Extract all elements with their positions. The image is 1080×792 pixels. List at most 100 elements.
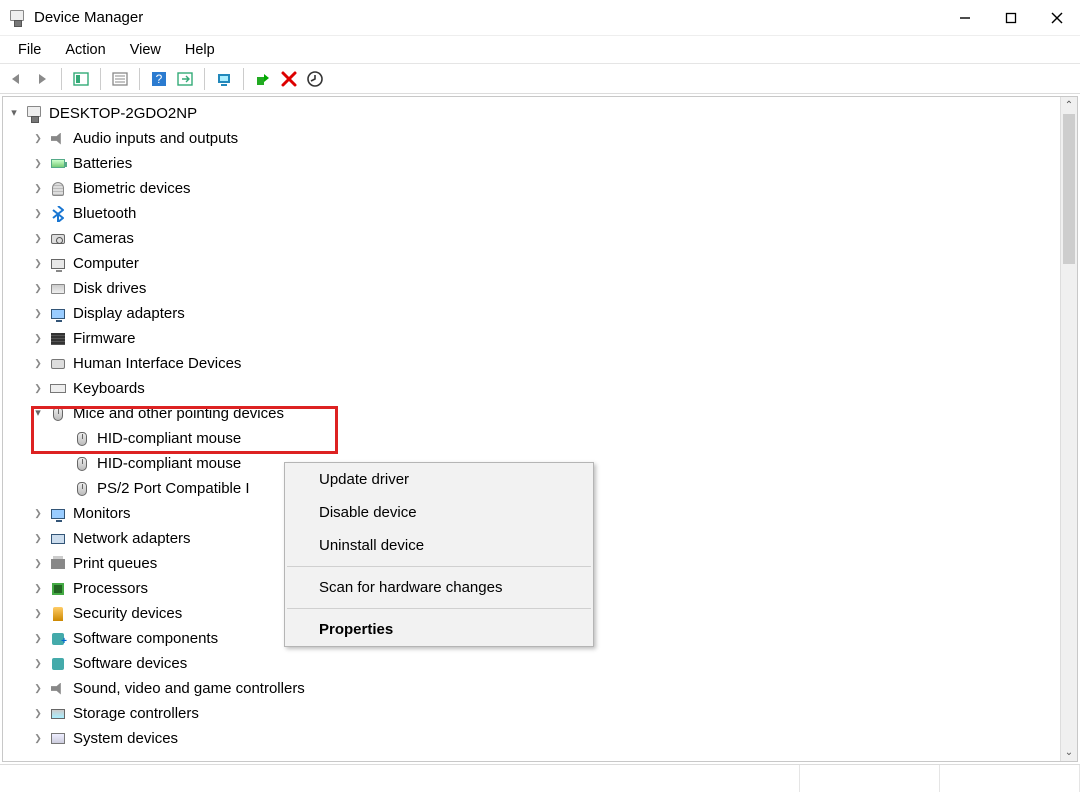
back-button[interactable] bbox=[4, 67, 28, 91]
chevron-right-icon[interactable]: ❯ bbox=[31, 651, 45, 676]
category-item[interactable]: ❯Bluetooth bbox=[7, 201, 1069, 226]
chevron-right-icon[interactable]: ❯ bbox=[31, 376, 45, 401]
vertical-scrollbar[interactable]: ⌃ ⌄ bbox=[1060, 97, 1077, 761]
category-label: Audio inputs and outputs bbox=[73, 126, 238, 151]
category-item[interactable]: ❯Biometric devices bbox=[7, 176, 1069, 201]
device-item[interactable]: HID-compliant mouse bbox=[7, 426, 1069, 451]
storage-icon bbox=[49, 705, 67, 723]
category-label: Computer bbox=[73, 251, 139, 276]
category-label: Processors bbox=[73, 576, 148, 601]
printer-icon bbox=[49, 555, 67, 573]
category-label: Mice and other pointing devices bbox=[73, 401, 284, 426]
monitor-icon bbox=[49, 505, 67, 523]
menu-scan-hardware[interactable]: Scan for hardware changes bbox=[285, 571, 593, 604]
category-label: Batteries bbox=[73, 151, 132, 176]
chevron-right-icon[interactable]: ❯ bbox=[31, 326, 45, 351]
scroll-down-button[interactable]: ⌄ bbox=[1061, 744, 1077, 761]
menu-uninstall-device[interactable]: Uninstall device bbox=[285, 529, 593, 562]
pc-icon bbox=[49, 255, 67, 273]
chevron-right-icon[interactable]: ❯ bbox=[31, 576, 45, 601]
properties-button[interactable] bbox=[108, 67, 132, 91]
title-bar: Device Manager bbox=[0, 0, 1080, 36]
enable-button[interactable] bbox=[251, 67, 275, 91]
chevron-right-icon[interactable]: ❯ bbox=[31, 701, 45, 726]
show-hidden-button[interactable] bbox=[69, 67, 93, 91]
mouse-icon bbox=[49, 405, 67, 423]
softc-icon bbox=[49, 630, 67, 648]
speaker-icon bbox=[49, 130, 67, 148]
mouse-icon bbox=[73, 430, 91, 448]
chevron-down-icon[interactable]: ▾ bbox=[7, 101, 21, 126]
category-item[interactable]: ❯ Audio inputs and outputs bbox=[7, 126, 1069, 151]
chevron-down-icon[interactable]: ▾ bbox=[31, 401, 45, 426]
chevron-right-icon[interactable]: ❯ bbox=[31, 501, 45, 526]
menu-properties[interactable]: Properties bbox=[285, 613, 593, 646]
tree-root[interactable]: ▾ DESKTOP-2GDO2NP bbox=[7, 101, 1069, 126]
chevron-right-icon[interactable]: ❯ bbox=[31, 151, 45, 176]
menu-update-driver[interactable]: Update driver bbox=[285, 463, 593, 496]
toolbar-separator bbox=[61, 68, 62, 90]
toolbar-separator bbox=[100, 68, 101, 90]
chevron-right-icon[interactable]: ❯ bbox=[31, 226, 45, 251]
category-item[interactable]: ❯Disk drives bbox=[7, 276, 1069, 301]
category-label: Sound, video and game controllers bbox=[73, 676, 305, 701]
category-mice[interactable]: ▾ Mice and other pointing devices bbox=[7, 401, 1069, 426]
disable-button[interactable] bbox=[303, 67, 327, 91]
category-item[interactable]: ❯Keyboards bbox=[7, 376, 1069, 401]
menu-file[interactable]: File bbox=[6, 40, 53, 60]
chevron-right-icon[interactable]: ❯ bbox=[31, 676, 45, 701]
toolbar-separator bbox=[243, 68, 244, 90]
category-item[interactable]: ❯System devices bbox=[7, 726, 1069, 751]
sec-icon bbox=[49, 605, 67, 623]
category-item[interactable]: ❯ Batteries bbox=[7, 151, 1069, 176]
chevron-right-icon[interactable]: ❯ bbox=[31, 626, 45, 651]
root-label: DESKTOP-2GDO2NP bbox=[49, 101, 197, 126]
chevron-right-icon[interactable]: ❯ bbox=[31, 526, 45, 551]
help-button[interactable]: ? bbox=[147, 67, 171, 91]
maximize-button[interactable] bbox=[988, 0, 1034, 36]
category-label: Security devices bbox=[73, 601, 182, 626]
menu-action[interactable]: Action bbox=[53, 40, 117, 60]
menu-disable-device[interactable]: Disable device bbox=[285, 496, 593, 529]
uninstall-button[interactable] bbox=[277, 67, 301, 91]
device-label: PS/2 Port Compatible I bbox=[97, 476, 250, 501]
menu-view[interactable]: View bbox=[118, 40, 173, 60]
chevron-right-icon[interactable]: ❯ bbox=[31, 726, 45, 751]
chevron-right-icon[interactable]: ❯ bbox=[31, 301, 45, 326]
category-item[interactable]: ❯Human Interface Devices bbox=[7, 351, 1069, 376]
softd-icon bbox=[49, 655, 67, 673]
category-item[interactable]: ❯ Sound, video and game controllers bbox=[7, 676, 1069, 701]
forward-button[interactable] bbox=[30, 67, 54, 91]
batt-icon bbox=[49, 155, 67, 173]
chevron-right-icon[interactable]: ❯ bbox=[31, 201, 45, 226]
chevron-right-icon[interactable]: ❯ bbox=[31, 351, 45, 376]
update-driver-button[interactable] bbox=[212, 67, 236, 91]
scroll-up-button[interactable]: ⌃ bbox=[1061, 97, 1077, 114]
category-item[interactable]: ❯Display adapters bbox=[7, 301, 1069, 326]
category-item[interactable]: ❯Firmware bbox=[7, 326, 1069, 351]
menu-help[interactable]: Help bbox=[173, 40, 227, 60]
chevron-right-icon[interactable]: ❯ bbox=[31, 126, 45, 151]
window-title: Device Manager bbox=[34, 9, 143, 26]
context-menu: Update driver Disable device Uninstall d… bbox=[284, 462, 594, 647]
chevron-right-icon[interactable]: ❯ bbox=[31, 601, 45, 626]
scan-button[interactable] bbox=[173, 67, 197, 91]
chevron-right-icon[interactable]: ❯ bbox=[31, 551, 45, 576]
chevron-right-icon[interactable]: ❯ bbox=[31, 251, 45, 276]
device-tree[interactable]: ▾ DESKTOP-2GDO2NP ❯ Audio inputs and outp… bbox=[2, 96, 1078, 762]
scroll-thumb[interactable] bbox=[1063, 114, 1075, 264]
chevron-right-icon[interactable]: ❯ bbox=[31, 276, 45, 301]
status-bar bbox=[0, 764, 1080, 792]
category-item[interactable]: ❯Software devices bbox=[7, 651, 1069, 676]
menu-separator bbox=[287, 608, 591, 609]
minimize-button[interactable] bbox=[942, 0, 988, 36]
mouse-icon bbox=[73, 455, 91, 473]
toolbar-separator bbox=[139, 68, 140, 90]
category-item[interactable]: ❯Cameras bbox=[7, 226, 1069, 251]
close-button[interactable] bbox=[1034, 0, 1080, 36]
cpu-icon bbox=[49, 580, 67, 598]
chevron-right-icon[interactable]: ❯ bbox=[31, 176, 45, 201]
device-manager-icon bbox=[8, 9, 26, 27]
category-item[interactable]: ❯ Computer bbox=[7, 251, 1069, 276]
category-item[interactable]: ❯Storage controllers bbox=[7, 701, 1069, 726]
